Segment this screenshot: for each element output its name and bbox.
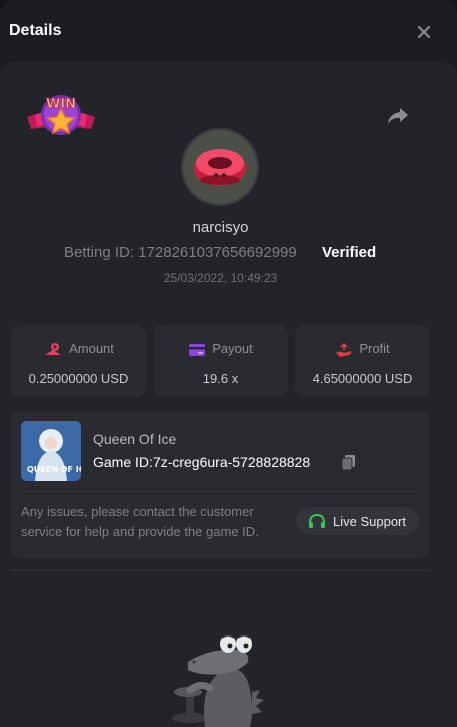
crocodile-mascot-icon (172, 635, 264, 727)
bet-timestamp: 25/03/2022, 10:49:23 (163, 271, 278, 285)
stat-value-amount: 0.25000000 USD (28, 371, 129, 386)
stat-label-amount: Amount (69, 341, 114, 356)
stat-card-profit: Profit 4.65000000 USD (295, 325, 430, 397)
stat-value-profit: 4.65000000 USD (312, 371, 413, 386)
details-modal: Details WIN narcisyo Betting ID: 1728261… (0, 0, 457, 727)
stat-label-payout: Payout (212, 341, 253, 356)
betting-id-row: Betting ID: 1728261037656692999 (64, 244, 297, 261)
support-help-text: Any issues, please contact the customer … (21, 504, 259, 539)
share-icon (388, 108, 408, 124)
username: narcisyo (192, 219, 249, 236)
stat-card-payout: Payout 19.6 x (153, 325, 288, 397)
copy-icon (341, 455, 355, 471)
profit-icon (336, 342, 352, 357)
section-divider (11, 570, 430, 571)
avatar (183, 130, 257, 204)
game-art-icon: QUEEN OF ICE (21, 421, 81, 481)
game-thumbnail[interactable]: QUEEN OF ICE (21, 421, 81, 481)
avatar-image-icon (183, 130, 257, 204)
close-icon (417, 25, 431, 39)
betting-id-value: 1728261037656692999 (138, 244, 297, 261)
stat-value-payout: 19.6 x (202, 371, 239, 386)
game-id-value: 7z-creg6ura-5728828828 (152, 454, 311, 470)
copy-game-id-button[interactable] (341, 454, 357, 472)
game-name: Queen Of Ice (93, 431, 177, 447)
headset-icon (309, 513, 325, 528)
live-support-button[interactable]: Live Support (296, 507, 419, 535)
win-badge-text: WIN (46, 97, 76, 112)
stat-label-profit: Profit (359, 341, 390, 356)
game-card-divider (21, 491, 420, 492)
game-id-label: Game ID: (93, 454, 153, 470)
details-panel: WIN narcisyo Betting ID: 172826103765669… (0, 62, 457, 727)
game-id-row: Game ID:7z-creg6ura-5728828828 (93, 454, 310, 470)
live-support-label: Live Support (333, 514, 406, 529)
modal-header: Details (0, 0, 457, 62)
game-card: QUEEN OF ICE Queen Of Ice Game ID:7z-cre… (11, 411, 430, 559)
win-badge-icon: WIN (27, 95, 95, 135)
share-button[interactable] (386, 105, 410, 127)
betting-id-label: Betting ID: (64, 244, 135, 261)
payout-icon (189, 343, 206, 356)
amount-icon (45, 342, 62, 355)
modal-title: Details (9, 22, 62, 39)
verified-badge: Verified (322, 244, 377, 261)
game-thumb-text: QUEEN OF ICE (27, 465, 81, 474)
stat-card-amount: Amount 0.25000000 USD (11, 325, 146, 397)
close-button[interactable] (414, 22, 434, 42)
